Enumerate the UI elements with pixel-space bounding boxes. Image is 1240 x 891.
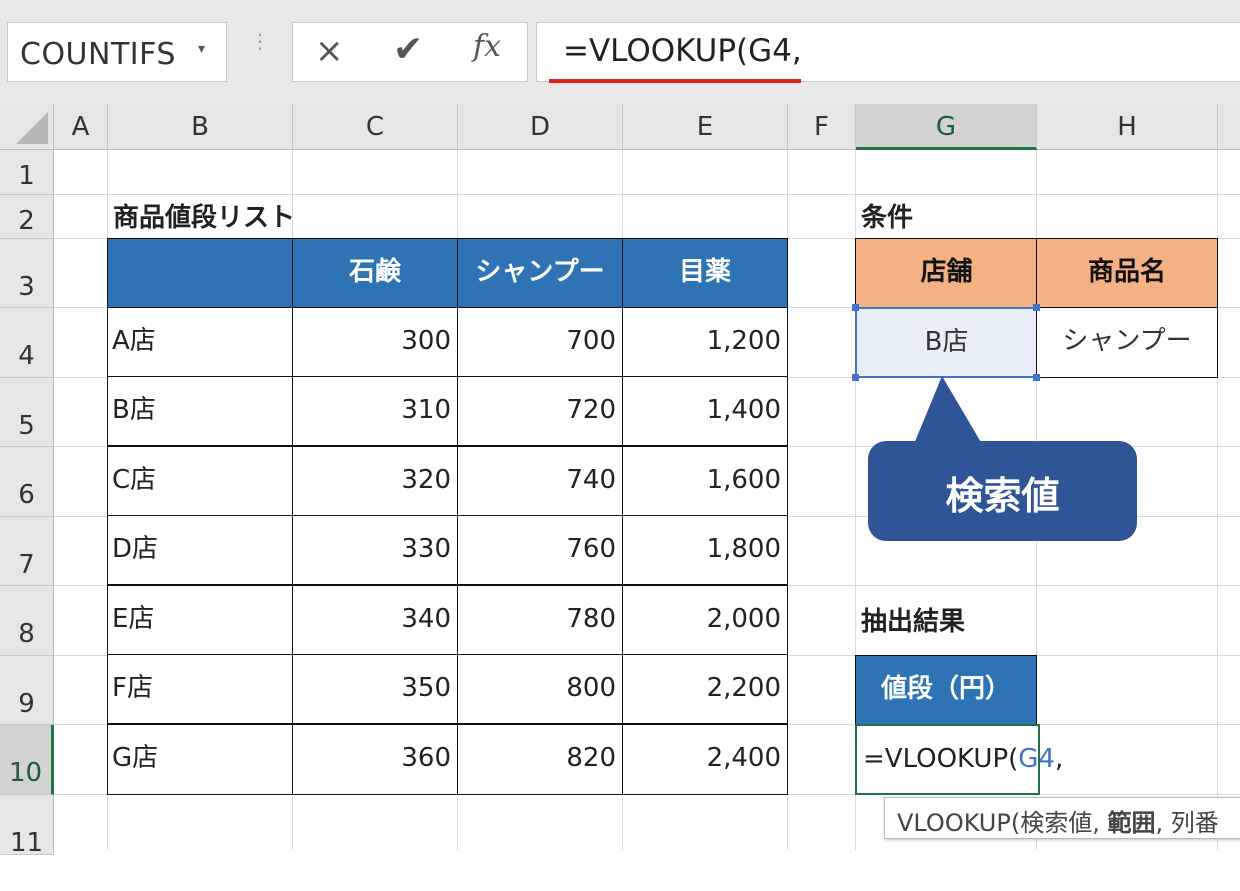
column-header-a[interactable]: A (54, 104, 108, 150)
table-row-store[interactable]: E店 (107, 585, 293, 655)
row-header-1[interactable]: 1 (0, 150, 54, 195)
table-cell-value[interactable]: 300 (292, 307, 458, 377)
row-header-5[interactable]: 5 (0, 378, 54, 447)
table-cell-value[interactable]: 720 (457, 376, 623, 446)
row-header-3[interactable]: 3 (0, 239, 54, 308)
table-header-cell[interactable] (107, 238, 293, 308)
reference-handle[interactable] (852, 374, 859, 381)
column-header-h[interactable]: H (1037, 104, 1218, 150)
conditions-store-value[interactable]: B店 (855, 307, 1038, 378)
insert-function-icon[interactable]: fx (473, 29, 501, 64)
reference-handle[interactable] (1033, 304, 1040, 311)
table-cell-value[interactable]: 360 (292, 724, 458, 795)
table-cell-value[interactable]: 320 (292, 446, 458, 516)
table-row-store[interactable]: B店 (107, 376, 293, 446)
row-header-8[interactable]: 8 (0, 586, 54, 656)
reference-handle[interactable] (1033, 374, 1040, 381)
price-list-title[interactable]: 商品値段リスト (113, 198, 295, 238)
table-cell-value[interactable]: 2,400 (622, 724, 788, 795)
row-header-10[interactable]: 10 (0, 725, 54, 795)
table-cell-value[interactable]: 330 (292, 515, 458, 585)
select-all-corner[interactable] (0, 104, 54, 150)
formula-buttons: × ✔ fx (292, 22, 528, 82)
table-cell-value[interactable]: 2,000 (622, 585, 788, 655)
table-cell-value[interactable]: 820 (457, 724, 623, 795)
formula-input[interactable]: =VLOOKUP(G4, (536, 22, 1240, 82)
name-box-value: COUNTIFS (20, 37, 176, 72)
result-header[interactable]: 値段（円） (855, 655, 1037, 725)
column-header-g[interactable]: G (856, 104, 1037, 150)
search-value-callout: 検索値 (868, 441, 1137, 541)
table-cell-value[interactable]: 1,200 (622, 307, 788, 377)
tooltip-bold-arg: 範囲 (1107, 809, 1156, 837)
conditions-product-value[interactable]: シャンプー (1036, 307, 1218, 378)
column-header-b[interactable]: B (108, 104, 293, 150)
tooltip-suffix: , 列番 (1155, 809, 1219, 837)
table-cell-value[interactable]: 800 (457, 654, 623, 724)
name-box-dropdown-icon[interactable]: ▾ (198, 41, 205, 57)
column-header-c[interactable]: C (293, 104, 458, 150)
tooltip-text: VLOOKUP(検索値, 範囲, 列番 (897, 803, 1219, 838)
table-row-store[interactable]: A店 (107, 307, 293, 377)
column-header-d[interactable]: D (458, 104, 623, 150)
table-header-soap[interactable]: 石鹸 (292, 238, 458, 308)
table-cell-value[interactable]: 780 (457, 585, 623, 655)
table-header-shampoo[interactable]: シャンプー (457, 238, 623, 308)
conditions-title[interactable]: 条件 (861, 198, 913, 238)
splitter-handle-icon[interactable]: ⋮ (250, 31, 270, 66)
result-edit-cell[interactable]: =VLOOKUP(G4, (855, 724, 1063, 795)
table-cell-value[interactable]: 1,800 (622, 515, 788, 585)
row-header-7[interactable]: 7 (0, 517, 54, 586)
formula-text: =VLOOKUP(G4, (563, 33, 802, 69)
conditions-store-header[interactable]: 店舗 (855, 238, 1038, 308)
tooltip-prefix: VLOOKUP(検索値, (897, 809, 1108, 837)
reference-handle[interactable] (852, 304, 859, 311)
table-cell-value[interactable]: 350 (292, 654, 458, 724)
cancel-icon[interactable]: × (315, 31, 344, 71)
table-cell-value[interactable]: 700 (457, 307, 623, 377)
row-header-11[interactable]: 11 (0, 795, 54, 858)
table-cell-value[interactable]: 760 (457, 515, 623, 585)
table-row-store[interactable]: C店 (107, 446, 293, 516)
table-cell-value[interactable]: 1,600 (622, 446, 788, 516)
column-header-e[interactable]: E (623, 104, 788, 150)
table-header-eyedrops[interactable]: 目薬 (622, 238, 788, 308)
table-cell-value[interactable]: 1,400 (622, 376, 788, 446)
formula-reference: G4 (1018, 744, 1055, 774)
row-header-6[interactable]: 6 (0, 447, 54, 517)
table-cell-value[interactable]: 2,200 (622, 654, 788, 724)
table-cell-value[interactable]: 740 (457, 446, 623, 516)
enter-icon[interactable]: ✔ (393, 29, 423, 70)
table-cell-value[interactable]: 310 (292, 376, 458, 446)
gridline (54, 194, 1240, 195)
formula-suffix: , (1054, 744, 1064, 774)
result-title[interactable]: 抽出結果 (861, 602, 965, 642)
column-header-f[interactable]: F (788, 104, 856, 150)
name-box[interactable]: COUNTIFS ▾ (7, 22, 227, 82)
formula-underline-annotation (549, 79, 801, 83)
row-header-4[interactable]: 4 (0, 308, 54, 378)
formula-prefix: =VLOOKUP( (863, 744, 1019, 774)
function-signature-tooltip[interactable]: VLOOKUP(検索値, 範囲, 列番 (884, 797, 1240, 839)
column-header-next[interactable] (1218, 104, 1240, 150)
row-header-9[interactable]: 9 (0, 656, 54, 725)
callout-pointer (914, 376, 982, 444)
table-cell-value[interactable]: 340 (292, 585, 458, 655)
callout-text: 検索値 (945, 474, 1060, 518)
table-row-store[interactable]: D店 (107, 515, 293, 585)
table-row-store[interactable]: G店 (107, 724, 293, 795)
conditions-product-header[interactable]: 商品名 (1036, 238, 1218, 308)
row-header-2[interactable]: 2 (0, 195, 54, 239)
table-row-store[interactable]: F店 (107, 654, 293, 724)
